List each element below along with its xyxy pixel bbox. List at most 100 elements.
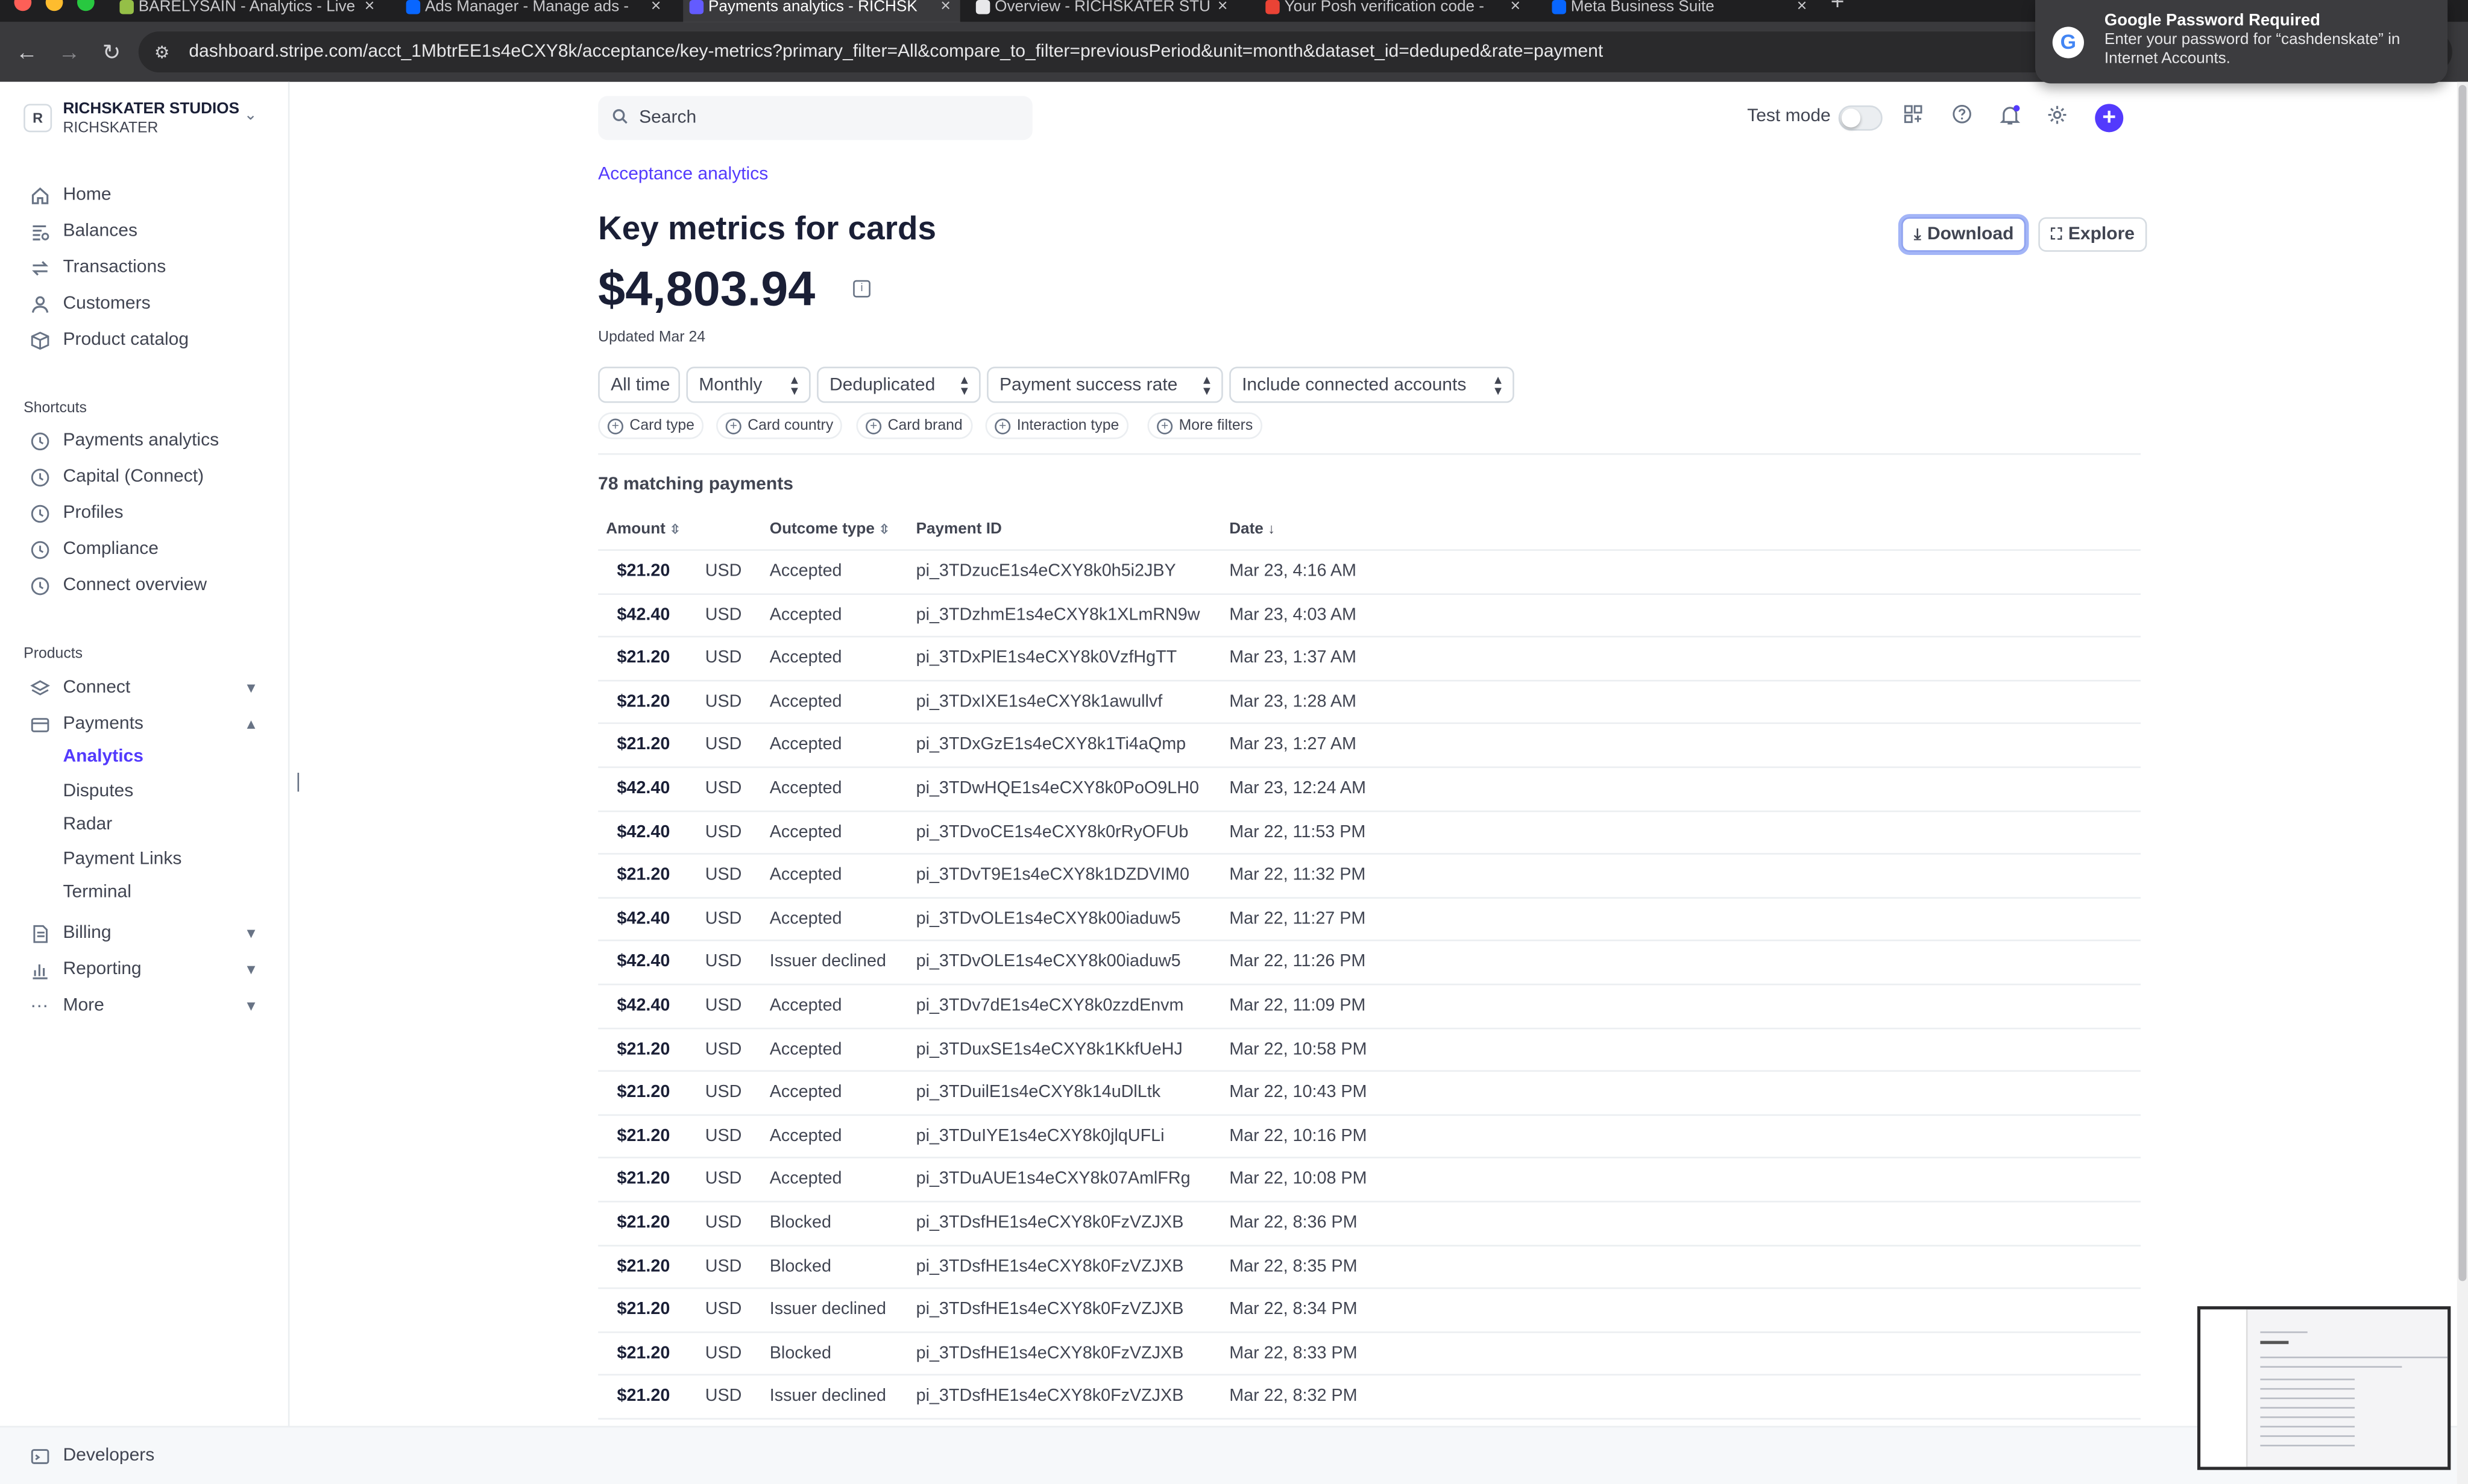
create-plus-button[interactable]: + xyxy=(2095,104,2124,133)
product-catalog-icon xyxy=(28,329,51,351)
sidebar-shortcut-profiles[interactable]: Profiles xyxy=(28,497,265,529)
column-header-date[interactable]: Date ↓ xyxy=(1229,521,1275,538)
table-row[interactable]: $21.20 USD Blocked pi_3TDsfHE1s4eCXY8k0FzVZ… xyxy=(598,1203,2141,1246)
payment-id-cell: pi_3TDsfHE1s4eCXY8k0FzVZJXB xyxy=(916,1344,1184,1363)
currency-cell: USD xyxy=(705,649,742,668)
window-close-icon[interactable] xyxy=(14,0,32,11)
table-row[interactable]: $21.20 USD Issuer declined pi_3TDsfHE1s4eCX… xyxy=(598,1376,2141,1420)
sidebar-shortcut-connect-overview[interactable]: Connect overview xyxy=(28,570,265,601)
filter-connected-accounts-select[interactable]: Include connected accounts ▴ ▾ xyxy=(1229,366,1514,403)
customers-icon xyxy=(28,293,51,315)
table-row[interactable]: $42.40 USD Accepted pi_3TDvoCE1s4eCXY8k0rRy… xyxy=(598,811,2141,855)
info-icon[interactable]: i xyxy=(853,280,870,298)
window-minimize-icon[interactable] xyxy=(45,0,63,11)
filter-dataset-select[interactable]: Deduplicated ▴ ▾ xyxy=(817,366,981,403)
tab-close-icon[interactable]: × xyxy=(1218,0,1228,16)
table-row[interactable]: $21.20 USD Issuer declined pi_3TDsfHE1s4eCX… xyxy=(598,1289,2141,1333)
table-row[interactable]: $42.40 USD Issuer declined pi_3TDvOLE1s4eCX… xyxy=(598,942,2141,986)
sidebar-shortcut-compliance[interactable]: Compliance xyxy=(28,533,265,565)
help-icon[interactable] xyxy=(1947,104,1975,132)
table-row[interactable]: $21.20 USD Accepted pi_3TDuilE1s4eCXY8k14uD… xyxy=(598,1072,2141,1116)
breadcrumb-acceptance-analytics[interactable]: Acceptance analytics xyxy=(598,165,768,184)
table-row[interactable]: $42.40 USD Accepted pi_3TDv7dE1s4eCXY8k0zzd… xyxy=(598,985,2141,1029)
reload-icon[interactable]: ↻ xyxy=(102,38,121,66)
download-button[interactable]: ⤓ Download xyxy=(1901,217,2027,252)
browser-tab[interactable]: Ads Manager - Manage ads - × xyxy=(400,0,670,22)
tab-close-icon[interactable]: × xyxy=(365,0,375,16)
column-header-outcome-type[interactable]: Outcome type ⇳ xyxy=(770,521,890,538)
browser-tab[interactable]: Your Posh verification code - × xyxy=(1259,0,1530,22)
table-row[interactable]: $21.20 USD Blocked pi_3TDsfHE1s4eCXY8k0FzVZ… xyxy=(598,1333,2141,1376)
back-icon[interactable]: ← xyxy=(16,38,38,66)
table-row[interactable]: $21.20 USD Accepted pi_3TDxGzE1s4eCXY8k1Ti4… xyxy=(598,725,2141,768)
filter-pill-card-type[interactable]: + Card type xyxy=(598,412,704,439)
sidebar-item-reporting[interactable]: Reporting ▼ xyxy=(28,954,265,985)
sidebar-subitem-terminal[interactable]: Terminal xyxy=(63,883,131,902)
amount-cell: $21.20 xyxy=(617,735,670,755)
sidebar-item-transactions[interactable]: Transactions xyxy=(28,252,265,283)
settings-gear-icon[interactable] xyxy=(2043,104,2071,132)
filter-pill-card-brand[interactable]: + Card brand xyxy=(856,412,972,439)
filter-pill-interaction-type[interactable]: + Interaction type xyxy=(985,412,1129,439)
tab-close-icon[interactable]: × xyxy=(651,0,661,16)
sidebar-item-balances[interactable]: Balances xyxy=(28,216,265,247)
sidebar-shortcut-payments-analytics[interactable]: Payments analytics xyxy=(28,425,265,456)
filter-rate-select[interactable]: Payment success rate ▴ ▾ xyxy=(987,366,1223,403)
sidebar-item-home[interactable]: Home xyxy=(28,180,265,211)
sidebar-subitem-analytics[interactable]: Analytics xyxy=(63,747,143,766)
table-row[interactable]: $21.20 USD Accepted pi_3TDzucE1s4eCXY8k0h5i… xyxy=(598,551,2141,594)
apps-icon[interactable] xyxy=(1898,104,1927,132)
filter-pill-card-country[interactable]: + Card country xyxy=(716,412,843,439)
select-arrows-icon: ▴ ▾ xyxy=(1494,371,1502,398)
developers-button[interactable]: Developers xyxy=(28,1440,265,1471)
new-tab-icon[interactable]: + xyxy=(1831,0,1845,16)
table-row[interactable]: $21.20 USD Accepted pi_3TDvT9E1s4eCXY8k1DZD… xyxy=(598,855,2141,899)
table-row[interactable]: $42.40 USD Accepted pi_3TDzhmE1s4eCXY8k1XLm… xyxy=(598,594,2141,638)
tab-close-icon[interactable]: × xyxy=(940,0,951,16)
sidebar-item-connect[interactable]: Connect ▼ xyxy=(28,672,265,703)
add-circle-icon: + xyxy=(607,418,623,434)
site-settings-icon[interactable]: ⚙ xyxy=(154,42,170,63)
date-cell: Mar 22, 11:32 PM xyxy=(1229,866,1366,885)
page-scrollbar-thumb[interactable] xyxy=(2458,84,2467,1281)
table-row[interactable]: $21.20 USD Accepted pi_3TDxIXE1s4eCXY8k1awu… xyxy=(598,681,2141,725)
browser-tab[interactable]: Meta Business Suite × xyxy=(1546,0,1816,22)
sidebar-item-product-catalog[interactable]: Product catalog xyxy=(28,324,265,356)
sidebar-item-payments[interactable]: Payments ▲ xyxy=(28,708,265,740)
browser-tab-active[interactable]: Payments analytics - RICHSK × xyxy=(683,0,960,22)
test-mode-toggle[interactable] xyxy=(1838,105,1883,131)
table-row[interactable]: $21.20 USD Accepted pi_3TDuAUE1s4eCXY8k07Am… xyxy=(598,1159,2141,1203)
browser-tab[interactable]: BARELYSAIN - Analytics - Live × xyxy=(113,0,384,22)
sidebar-item-customers[interactable]: Customers xyxy=(28,288,265,319)
table-row[interactable]: $42.40 USD Accepted pi_3TDwHQE1s4eCXY8k0PoO… xyxy=(598,768,2141,811)
google-password-notification[interactable]: G Google Password Required Enter your pa… xyxy=(2035,0,2448,84)
filter-date-range[interactable]: All time xyxy=(598,366,680,403)
filter-pill-more-filters[interactable]: + More filters xyxy=(1147,412,1262,439)
column-header-amount[interactable]: Amount ⇳ xyxy=(606,521,680,538)
notifications-icon[interactable] xyxy=(1996,104,2024,132)
window-zoom-icon[interactable] xyxy=(77,0,95,11)
filter-interval-select[interactable]: Monthly ▴ ▾ xyxy=(686,366,811,403)
sidebar-subitem-payment-links[interactable]: Payment Links xyxy=(63,850,181,869)
sidebar-subitem-disputes[interactable]: Disputes xyxy=(63,782,133,801)
table-row[interactable]: $21.20 USD Accepted pi_3TDuxSE1s4eCXY8k1Kkf… xyxy=(598,1029,2141,1072)
sidebar-subitem-radar[interactable]: Radar xyxy=(63,815,112,834)
outcome-cell: Accepted xyxy=(769,909,842,928)
clock-icon xyxy=(28,502,51,524)
browser-tab[interactable]: Overview - RICHSKATER STU × xyxy=(969,0,1237,22)
table-row[interactable]: $21.20 USD Accepted pi_3TDxPlE1s4eCXY8k0Vzf… xyxy=(598,638,2141,681)
forward-icon[interactable]: → xyxy=(58,38,81,66)
table-row[interactable]: $21.20 USD Blocked pi_3TDsfHE1s4eCXY8k0FzVZ… xyxy=(598,1246,2141,1289)
search-input[interactable]: Search xyxy=(598,96,1033,140)
account-switcher[interactable]: R RICHSKATER STUDIOS RICHSKATER ⌄ xyxy=(24,98,268,139)
tab-close-icon[interactable]: × xyxy=(1797,0,1807,16)
sidebar-item-more[interactable]: ⋯ More ▼ xyxy=(28,990,265,1021)
sidebar-shortcut-capital-connect[interactable]: Capital (Connect) xyxy=(28,461,265,492)
table-row[interactable]: $21.20 USD Accepted pi_3TDuIYE1s4eCXY8k0jlq… xyxy=(598,1116,2141,1159)
tab-close-icon[interactable]: × xyxy=(1510,0,1520,16)
screenshot-preview-thumbnail[interactable] xyxy=(2197,1306,2451,1470)
sidebar-resize-handle[interactable] xyxy=(297,773,300,792)
explore-button[interactable]: ⛶ Explore xyxy=(2038,217,2147,252)
table-row[interactable]: $42.40 USD Accepted pi_3TDvOLE1s4eCXY8k00ia… xyxy=(598,898,2141,942)
sidebar-item-billing[interactable]: Billing ▼ xyxy=(28,917,265,949)
